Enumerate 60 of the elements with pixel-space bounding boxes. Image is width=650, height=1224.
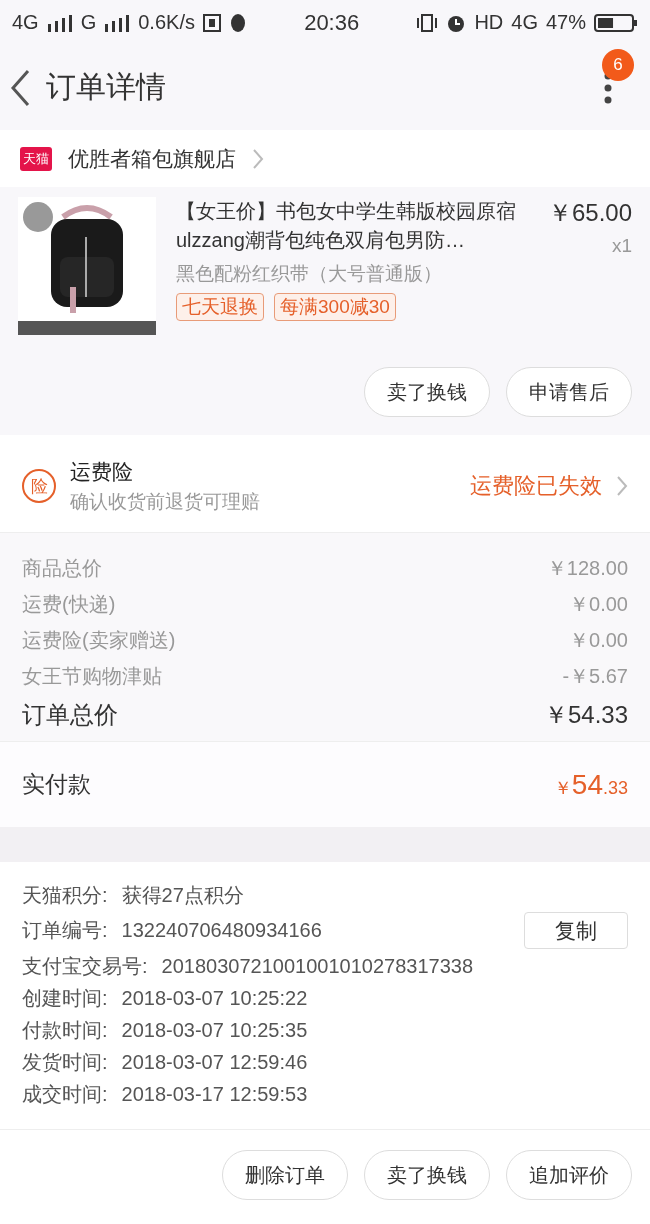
clock-time: 20:36 bbox=[304, 9, 360, 36]
insurance-title: 运费险 bbox=[70, 458, 134, 485]
action-button[interactable]: 卖了换钱 bbox=[364, 1150, 490, 1200]
battery-percent: 47% bbox=[545, 11, 586, 34]
app-icon bbox=[202, 13, 221, 32]
info-label: 创建时间: bbox=[22, 985, 108, 1011]
info-value: 2018-03-07 10:25:22 bbox=[121, 986, 308, 1010]
product-title[interactable]: 【女王价】书包女中学生韩版校园原宿ulzzang潮背包纯色双肩包男防… bbox=[176, 197, 528, 255]
cost-value: ￥0.00 bbox=[569, 592, 628, 617]
hd-label: HD bbox=[474, 11, 504, 34]
paid-amount: ￥54.33 bbox=[553, 768, 628, 801]
cost-value: ￥0.00 bbox=[569, 628, 628, 653]
back-icon[interactable] bbox=[8, 67, 32, 108]
product-price: ￥65.00 bbox=[547, 198, 632, 228]
product-variant: 黑色配粉红织带（大号普通版） bbox=[176, 262, 443, 286]
action-button[interactable]: 卖了换钱 bbox=[364, 367, 490, 417]
info-label: 订单编号: bbox=[22, 918, 108, 943]
paid-label: 实付款 bbox=[22, 770, 91, 799]
info-label: 付款时间: bbox=[22, 1017, 108, 1043]
info-value: 2018030721001001010278317338 bbox=[161, 954, 473, 978]
notification-badge: 6 bbox=[602, 49, 634, 81]
chevron-right-icon bbox=[616, 475, 628, 497]
info-value: 132240706480934166 bbox=[121, 919, 322, 942]
speed-label: 0.6K/s bbox=[138, 11, 195, 34]
info-value: 获得27点积分 bbox=[121, 882, 244, 908]
info-label: 天猫积分: bbox=[22, 882, 108, 908]
signal-icon bbox=[104, 13, 131, 32]
action-button[interactable]: 申请售后 bbox=[506, 367, 632, 417]
promo-tag: 七天退换 bbox=[176, 293, 264, 321]
store-name[interactable]: 优胜者箱包旗舰店 bbox=[68, 144, 236, 173]
promo-tag: 每满300减30 bbox=[274, 293, 396, 321]
product-quantity: x1 bbox=[611, 235, 632, 257]
tmall-tag: 天猫 bbox=[20, 146, 52, 171]
network-label: 4G bbox=[511, 11, 538, 34]
cost-label: 商品总价 bbox=[22, 556, 102, 581]
total-value: ￥54.33 bbox=[543, 700, 628, 730]
action-button[interactable]: 追加评价 bbox=[506, 1150, 632, 1200]
info-label: 支付宝交易号: bbox=[22, 953, 148, 979]
signal-icon bbox=[46, 13, 73, 32]
cost-value: -￥5.67 bbox=[562, 664, 628, 689]
info-label: 发货时间: bbox=[22, 1049, 108, 1075]
battery-icon bbox=[594, 12, 638, 33]
action-button[interactable]: 删除订单 bbox=[222, 1150, 348, 1200]
insurance-subtitle: 确认收货前退货可理赔 bbox=[70, 489, 261, 514]
cost-label: 运费(快递) bbox=[22, 592, 116, 617]
info-value: 2018-03-17 12:59:53 bbox=[121, 1082, 308, 1106]
info-value: 2018-03-07 12:59:46 bbox=[121, 1050, 308, 1074]
insurance-badge: 险 bbox=[22, 469, 56, 503]
total-label: 订单总价 bbox=[22, 700, 118, 730]
cost-label: 运费险(卖家赠送) bbox=[22, 628, 176, 653]
cost-value: ￥128.00 bbox=[546, 556, 628, 581]
info-value: 2018-03-07 10:25:35 bbox=[121, 1018, 308, 1042]
page-title: 订单详情 bbox=[46, 69, 166, 105]
copy-button[interactable]: 复制 bbox=[524, 912, 628, 949]
network-label: G bbox=[80, 11, 97, 34]
chevron-right-icon bbox=[252, 147, 264, 170]
network-label: 4G bbox=[12, 11, 39, 34]
vibrate-icon bbox=[416, 12, 439, 33]
cost-label: 女王节购物津贴 bbox=[22, 664, 162, 689]
info-label: 成交时间: bbox=[22, 1081, 108, 1107]
